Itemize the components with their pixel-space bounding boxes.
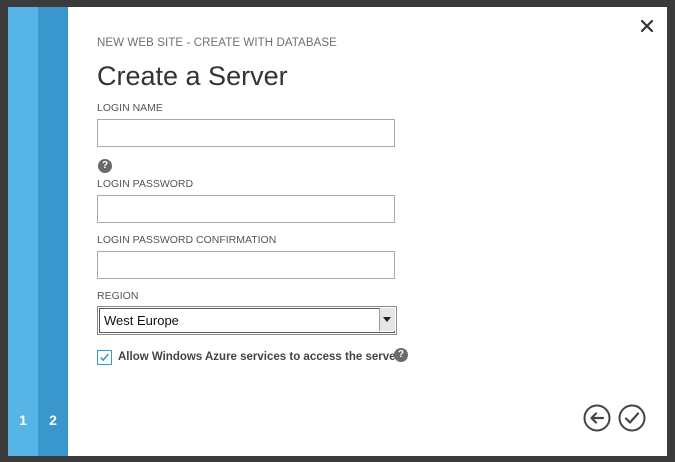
region-selected-value: West Europe xyxy=(104,313,179,328)
help-icon[interactable]: ? xyxy=(98,159,112,173)
region-select[interactable]: West Europe xyxy=(97,306,397,335)
login-name-input[interactable] xyxy=(97,119,395,147)
login-password-input[interactable] xyxy=(97,195,395,223)
breadcrumb: NEW WEB SITE - CREATE WITH DATABASE xyxy=(97,37,337,49)
allow-azure-label: Allow Windows Azure services to access t… xyxy=(118,351,400,363)
close-icon[interactable] xyxy=(639,18,655,34)
step-rail-1[interactable]: 1 xyxy=(8,7,38,456)
login-password-confirmation-label: LOGIN PASSWORD CONFIRMATION xyxy=(97,234,277,246)
region-label: REGION xyxy=(97,290,139,302)
page-title: Create a Server xyxy=(97,61,288,91)
chevron-down-icon xyxy=(383,317,391,322)
wizard-dialog: 1 2 NEW WEB SITE - CREATE WITH DATABASE … xyxy=(8,7,667,456)
checkmark-icon xyxy=(618,404,646,432)
arrow-left-icon xyxy=(583,404,611,432)
login-password-confirmation-input[interactable] xyxy=(97,251,395,279)
region-dropdown-button[interactable] xyxy=(379,308,395,331)
help-icon[interactable]: ? xyxy=(394,348,408,362)
window-frame: 1 2 NEW WEB SITE - CREATE WITH DATABASE … xyxy=(0,0,675,462)
step-rail-2[interactable]: 2 xyxy=(38,7,68,456)
complete-button[interactable] xyxy=(618,404,646,432)
login-password-label: LOGIN PASSWORD xyxy=(97,178,194,190)
step-number-1: 1 xyxy=(19,412,27,428)
allow-azure-checkbox[interactable] xyxy=(97,350,112,365)
back-button[interactable] xyxy=(583,404,611,432)
step-number-2: 2 xyxy=(49,412,57,428)
login-name-label: LOGIN NAME xyxy=(97,102,163,114)
